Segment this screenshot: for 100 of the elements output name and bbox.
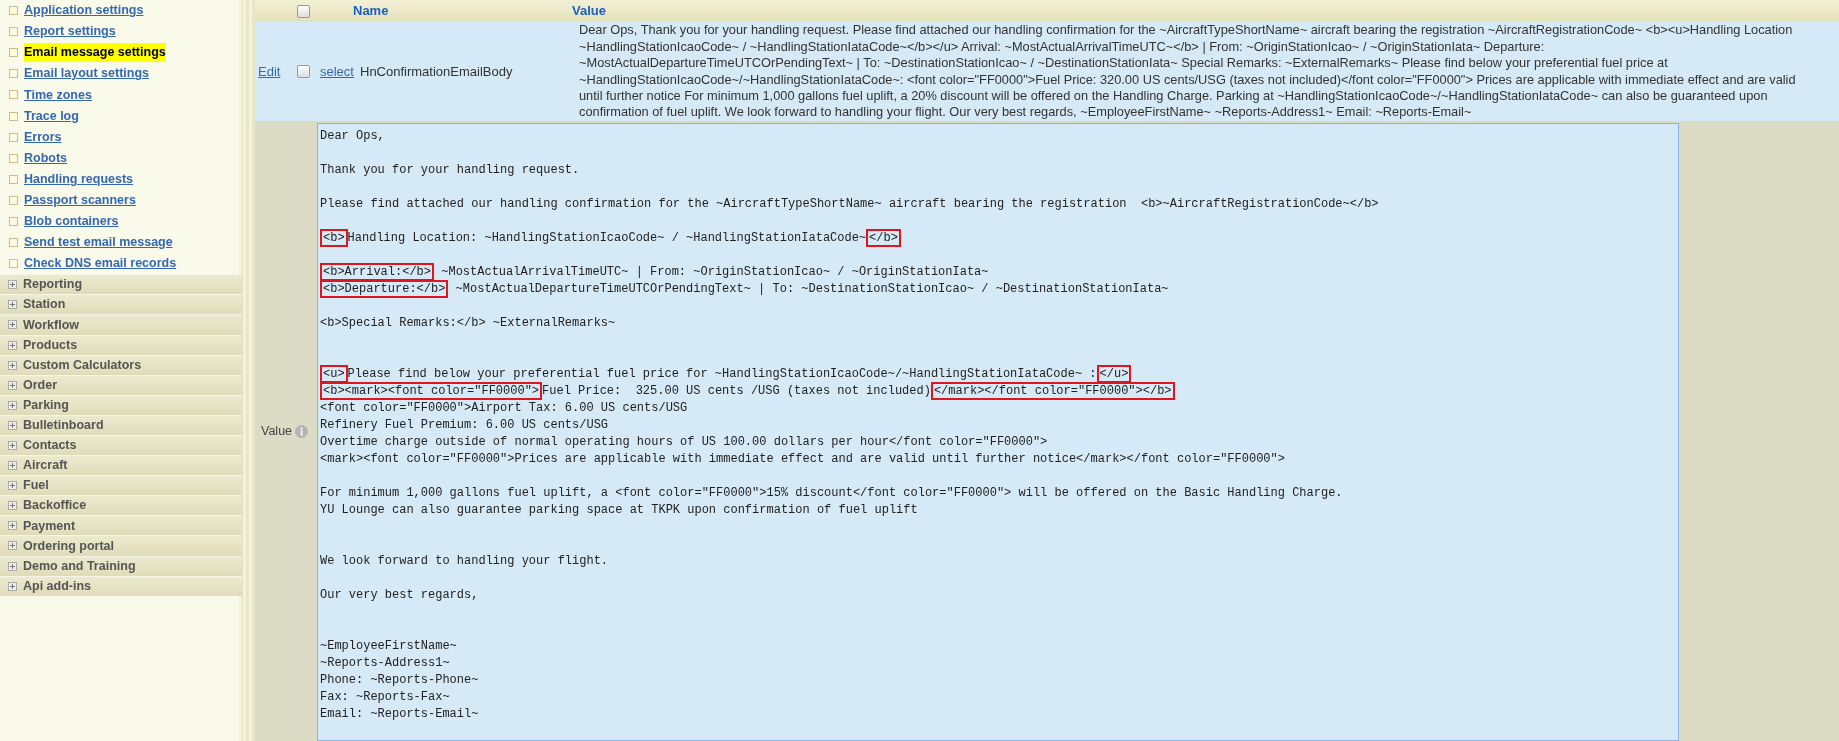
table-cell-text: confirmation of fuel uplift. We look forward to handling your flight. Our very best regards, ~EmployeeFirstName~ ~Reports-Address1~ Email: ~Reports-Email~ (579, 104, 1473, 121)
sidebar-link[interactable]: Errors (24, 127, 62, 147)
group-label: Contacts (23, 437, 77, 455)
text-area[interactable] (317, 123, 1679, 741)
menu-group-header[interactable]: Parking (0, 394, 242, 415)
sidebar-link[interactable]: Report settings (24, 22, 116, 41)
code-line: Overtime charge outside of normal operating hours of US 100.00 dollars per hour</font color="FF0000"> (320, 434, 1049, 451)
code-line: We look forward to handling your flight. (320, 553, 610, 570)
table-cell-text: HnConfirmationEmailBody (360, 62, 514, 81)
sidebar-link[interactable]: Application settings (24, 1, 144, 20)
edit-link[interactable]: Edit (255, 61, 297, 82)
menu-group-header[interactable]: Demo and Training (0, 555, 242, 576)
menu-group-header[interactable]: Backoffice (0, 495, 242, 516)
code-line: Refinery Fuel Premium: 6.00 US cents/USG (320, 417, 610, 434)
code-line: Our very best regards, (320, 587, 480, 604)
square-bullet-icon (9, 132, 18, 142)
table-cell-text: ~HandlingStationIcaoCode~ / ~HandlingStationIataCode~</b></u> Arrival: ~MostActualArrivalTimeUTC~</b> | From: ~OriginStationIcao~ / ~OriginStationIata~ Departure: (579, 38, 1546, 56)
table-cell-text: until further notice For minimum 1,000 gallons fuel uplift, a 20% discount will be offered on the Handling Charge. Parking at ~HandlingStationIcaoCode~/~HandlingStationIataCode~ can also be guaranteed upon (579, 87, 1769, 105)
menu-group-header[interactable]: Workflow (0, 314, 242, 335)
square-bullet-icon (9, 48, 18, 58)
select-all-checkbox[interactable] (297, 4, 310, 18)
expand-plus-icon (8, 320, 17, 330)
sidebar-link[interactable]: Email layout settings (24, 64, 150, 84)
select-link[interactable]: select (320, 61, 360, 82)
table-cell-text: Dear Ops, Thank you for your handling request. Please find attached our handling confirmation for the ~AircraftTypeShortName~ aircraft bearing the registration ~AircraftRegistrationCode~ <b><u>Handling Location (579, 22, 1794, 39)
code-line: <mark><font color="FF0000">Prices are applicable with immediate effect and are valid until further notice</mark></font color="FF0000"> (320, 451, 1286, 468)
menu-group-header[interactable]: Aircraft (0, 455, 242, 476)
group-label: Custom Calculators (23, 356, 142, 374)
group-label: Ordering portal (23, 537, 114, 555)
sidebar-link[interactable]: Robots (24, 148, 68, 168)
square-bullet-icon (9, 111, 18, 121)
expand-plus-icon (8, 420, 17, 430)
table-cell-text: ~HandlingStationIcaoCode~/~HandlingStationIataCode~: <font color="FF0000">Fuel Price: 320.00 US cents/USG (taxes not included)</font color="FF0000"> Prices are applicable with immediate effect and are valid (579, 71, 1796, 88)
code-line: <b>Special Remarks:</b> ~ExternalRemarks~ (320, 315, 617, 332)
sidebar-link[interactable]: Trace log (24, 106, 79, 126)
code-line: For minimum 1,000 gallons fuel uplift, a <font color="FF0000">15% discount</font color="FF0000"> will be offered on the Basic Handling Charge. (320, 485, 1344, 502)
menu-group-header[interactable]: Payment (0, 515, 242, 536)
code-text: Handling Location: ~HandlingStationIcaoCode~ / ~HandlingStationIataCode~ (347, 231, 867, 245)
code-line: Dear Ops, (320, 128, 386, 145)
menu-group-header[interactable]: Reporting (0, 274, 242, 295)
highlighted-tag: </u> (1096, 365, 1132, 383)
code-line: <font color="FF0000">Airport Tax: 6.00 US cents/USG (320, 400, 689, 417)
square-bullet-icon (9, 6, 18, 16)
menu-group-header[interactable]: Station (0, 294, 242, 315)
group-label: Payment (23, 517, 76, 535)
menu-group-header[interactable]: Custom Calculators (0, 354, 242, 375)
group-label: Workflow (23, 316, 80, 334)
info-icon[interactable] (295, 424, 309, 438)
menu-group-header[interactable]: Ordering portal (0, 535, 242, 556)
code-text: Fuel Price: 325.00 US cents /USG (taxes not included) (542, 384, 931, 398)
sidebar-link[interactable]: Send test email message (24, 233, 173, 252)
group-label: Station (23, 296, 66, 314)
menu-group-header[interactable]: Fuel (0, 475, 242, 496)
group-label: Api add-ins (23, 577, 92, 595)
square-bullet-icon (9, 90, 18, 100)
code-text: Please find below your preferential fuel price for ~HandlingStationIcaoCode~/~HandlingStationIataCode~ : (347, 367, 1097, 381)
menu-group-header[interactable]: Order (0, 374, 242, 395)
column-header: Value (572, 2, 606, 21)
sidebar-link[interactable]: Handling requests (24, 169, 134, 189)
square-bullet-icon (9, 174, 18, 184)
expand-plus-icon (8, 581, 17, 591)
expand-plus-icon (8, 360, 17, 370)
code-line: Please find attached our handling confirmation for the ~AircraftTypeShortName~ aircraft bearing the registration <b>~AircraftRegistrationCode~</b> (320, 196, 1380, 213)
group-label: Backoffice (23, 497, 87, 515)
code-line: YU Lounge can also guarantee parking space at TKPK upon confirmation of fuel uplift (320, 502, 919, 519)
menu-group-header[interactable]: Bulletinboard (0, 414, 242, 435)
expand-plus-icon (8, 541, 17, 551)
menu-group-header[interactable]: Api add-ins (0, 575, 242, 596)
expand-plus-icon (8, 501, 17, 511)
square-bullet-icon (9, 153, 18, 163)
sidebar-link[interactable]: Email message settings (24, 43, 166, 63)
square-bullet-icon (9, 238, 18, 248)
row-checkbox[interactable] (297, 65, 310, 78)
menu-group-header[interactable]: Products (0, 334, 242, 355)
expand-plus-icon (8, 300, 17, 310)
code-line: ~Reports-Address1~ (320, 655, 451, 672)
square-bullet-icon (9, 69, 18, 79)
code-text: ~MostActualArrivalTimeUTC~ | From: ~OriginStationIcao~ / ~OriginStationIata~ (440, 265, 989, 279)
square-bullet-icon (9, 259, 18, 269)
expand-plus-icon (8, 280, 17, 290)
expand-plus-icon (8, 400, 17, 410)
sidebar-link[interactable]: Blob containers (24, 212, 119, 231)
highlighted-tag: </b> (866, 229, 901, 247)
group-label: Aircraft (23, 457, 68, 475)
group-label: Fuel (23, 477, 49, 495)
group-label: Bulletinboard (23, 417, 104, 435)
highlighted-tag: <b><mark><font color="FF0000"> (320, 382, 543, 400)
sidebar-link[interactable]: Passport scanners (24, 191, 136, 210)
expand-plus-icon (8, 561, 17, 571)
expand-plus-icon (8, 380, 17, 390)
square-bullet-icon (9, 217, 18, 226)
code-line: Email: ~Reports-Email~ (320, 706, 480, 723)
sidebar-link[interactable]: Check DNS email records (24, 254, 177, 274)
sidebar-link[interactable]: Time zones (24, 85, 92, 105)
square-bullet-icon (9, 195, 18, 205)
highlighted-tag: </mark></font color="FF0000"></b> (930, 382, 1175, 400)
square-bullet-icon (9, 27, 18, 37)
code-line: ~EmployeeFirstName~ (320, 638, 458, 655)
group-label: Demo and Training (23, 557, 136, 575)
menu-group-header[interactable]: Contacts (0, 434, 242, 456)
